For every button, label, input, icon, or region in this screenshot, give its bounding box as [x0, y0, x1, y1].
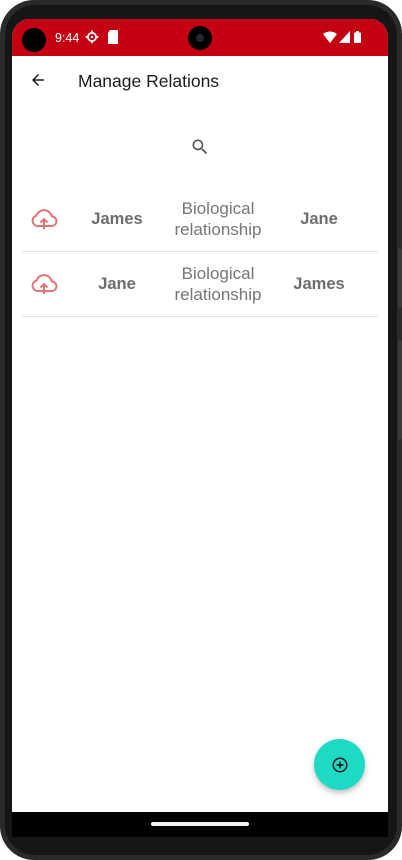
app-bar: Manage Relations: [12, 56, 388, 108]
search-button[interactable]: [188, 135, 212, 159]
cloud-upload-icon[interactable]: [30, 272, 58, 296]
page-title: Manage Relations: [78, 71, 220, 91]
back-button[interactable]: [26, 68, 50, 92]
sd-card-icon: [107, 30, 119, 49]
status-bar: 9:44: [12, 19, 388, 56]
list-item[interactable]: James Biological relationship Jane: [22, 187, 378, 252]
home-indicator[interactable]: [151, 822, 249, 826]
arrow-back-icon: [32, 74, 44, 86]
wifi-icon: [323, 30, 337, 48]
person-one-name: James: [91, 209, 143, 228]
volume-button: [398, 340, 402, 440]
settings-gear-icon: [85, 30, 99, 49]
add-relation-button[interactable]: [314, 739, 365, 790]
add-circle-icon: [332, 757, 347, 772]
person-one-name: Jane: [98, 274, 136, 293]
cloud-upload-icon[interactable]: [30, 207, 58, 231]
front-camera: [22, 28, 46, 52]
device-frame: 9:44 Manage Relations James Biological r…: [0, 0, 402, 860]
camera-punch-hole: [188, 26, 212, 50]
list-item[interactable]: Jane Biological relationship James: [22, 252, 378, 317]
relationship-type: Biological relationship: [174, 199, 262, 239]
navigation-bar: [12, 812, 388, 837]
battery-icon: [354, 30, 361, 48]
app-screen: 9:44 Manage Relations James Biological r…: [12, 19, 388, 837]
status-time: 9:44: [55, 31, 80, 45]
person-two-name: Jane: [300, 209, 338, 228]
cell-signal-icon: [339, 30, 350, 48]
power-button: [398, 248, 402, 308]
search-icon: [192, 139, 208, 155]
relationship-type: Biological relationship: [174, 264, 262, 304]
person-two-name: James: [293, 274, 345, 293]
relations-list: James Biological relationship Jane Jane …: [22, 187, 378, 317]
